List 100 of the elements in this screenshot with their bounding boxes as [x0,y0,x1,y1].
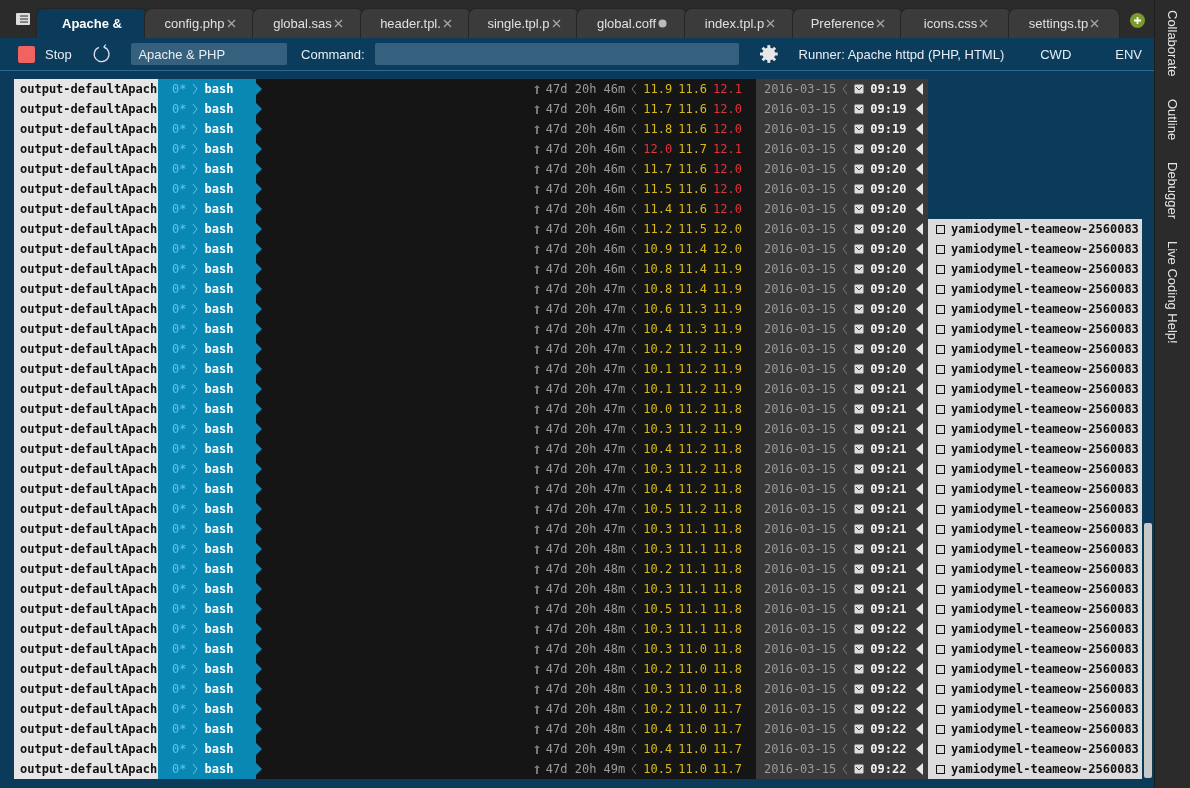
chevron-icon [631,283,638,295]
window-index: 0* [172,321,187,338]
command-name: bash [204,221,234,238]
square-icon [936,504,945,514]
date: 2016-03-15 [764,241,837,258]
date: 2016-03-15 [764,161,837,178]
date: 2016-03-15 [764,561,837,578]
editor-tab[interactable]: Apache & [36,8,148,38]
command-name: bash [204,241,234,258]
load-value: 11.8 [713,501,742,518]
side-panel-tab[interactable]: Live Coding Help! [1165,240,1180,344]
chevron-icon [631,583,638,595]
segment-arrow-icon [916,623,924,635]
editor-tab[interactable]: global.coff [576,8,688,38]
stop-button[interactable]: Stop [18,45,72,63]
date: 2016-03-15 [764,421,837,438]
editor-tab[interactable]: icons.css [900,8,1012,38]
command-name: bash [204,561,234,578]
runner-name-field[interactable]: Apache & PHP [131,43,288,65]
close-icon[interactable] [766,19,776,28]
chevron-icon [631,563,638,575]
editor-tab[interactable]: global.sas [252,8,364,38]
calendar-icon [854,284,865,294]
window-index: 0* [172,281,187,298]
host-name: yamiodymel-teameow-2560083 [951,561,1139,578]
editor-tab[interactable]: config.php [144,8,256,38]
window-index: 0* [172,301,187,318]
chevron-icon [842,723,849,735]
session-name: output-defaultApach [14,179,158,199]
time: 09:21 [870,401,907,418]
host-name: yamiodymel-teameow-2560083 [951,381,1139,398]
date: 2016-03-15 [764,81,837,98]
square-icon [936,304,945,314]
load-value: 11.1 [678,521,708,538]
time: 09:20 [870,341,907,358]
command-name: bash [204,701,234,718]
date: 2016-03-15 [764,361,837,378]
segment-arrow-icon [916,223,924,235]
chevron-icon [631,503,638,515]
date: 2016-03-15 [764,481,837,498]
host-name: yamiodymel-teameow-2560083 [951,301,1139,318]
segment-arrow-icon [916,143,924,155]
side-panel-tab[interactable]: Outline [1165,98,1180,140]
add-tab-button[interactable] [1130,13,1145,28]
editor-tab[interactable]: Preference [792,8,904,38]
close-icon[interactable] [333,19,343,28]
session-name: output-defaultApach [14,699,158,719]
window-index: 0* [172,541,187,558]
segment-arrow-icon [916,323,924,335]
chevron-icon [631,163,638,175]
scrollbar-thumb[interactable] [1144,523,1152,778]
load-value: 11.2 [678,441,708,458]
load-value: 10.3 [643,621,673,638]
time: 09:22 [870,661,907,678]
env-button[interactable]: ENV [1103,46,1154,62]
restart-icon[interactable] [91,44,112,64]
close-icon[interactable] [979,19,989,28]
calendar-icon [854,324,865,334]
side-panel-tab[interactable]: Debugger [1165,161,1180,219]
uptime: 47d 20h 47m [545,361,626,378]
host-name: yamiodymel-teameow-2560083 [951,701,1139,718]
command-field[interactable] [374,43,739,65]
editor-tab[interactable]: settings.tp [1008,8,1120,38]
time: 09:21 [870,601,907,618]
segment-arrow-icon [916,343,924,355]
uptime: 47d 20h 47m [545,401,626,418]
close-icon[interactable] [551,19,561,28]
session-name: output-defaultApach [14,759,158,779]
time: 09:21 [870,441,907,458]
command-name: bash [204,601,234,618]
editor-tab[interactable]: single.tpl.p [468,8,580,38]
time: 09:20 [870,321,907,338]
chevron-icon [842,663,849,675]
close-icon[interactable] [876,19,886,28]
command-name: bash [204,341,234,358]
side-panel-tab[interactable]: Collaborate [1165,10,1180,77]
close-icon[interactable] [226,19,236,28]
uptime: 47d 20h 47m [545,441,626,458]
window-index: 0* [172,261,187,278]
close-icon[interactable] [1090,19,1100,28]
menu-icon[interactable] [16,13,30,25]
date: 2016-03-15 [764,581,837,598]
editor-tab[interactable]: header.tpl. [360,8,472,38]
cwd-button[interactable]: CWD [1028,46,1084,62]
calendar-icon [854,204,865,214]
editor-tab[interactable]: index.tpl.p [684,8,796,38]
window-index: 0* [172,701,187,718]
gear-icon[interactable] [758,44,779,64]
session-name: output-defaultApach [14,739,158,759]
load-value: 12.0 [713,181,742,198]
window-index: 0* [172,181,187,198]
close-icon[interactable] [442,19,452,28]
command-name: bash [204,361,234,378]
load-value: 12.0 [713,221,742,238]
host-name: yamiodymel-teameow-2560083 [951,481,1139,498]
load-value: 10.6 [643,301,673,318]
command-label: Command: [301,46,365,62]
session-name: output-defaultApach [14,119,158,139]
chevron-icon [631,203,638,215]
chevron-icon [631,263,638,275]
